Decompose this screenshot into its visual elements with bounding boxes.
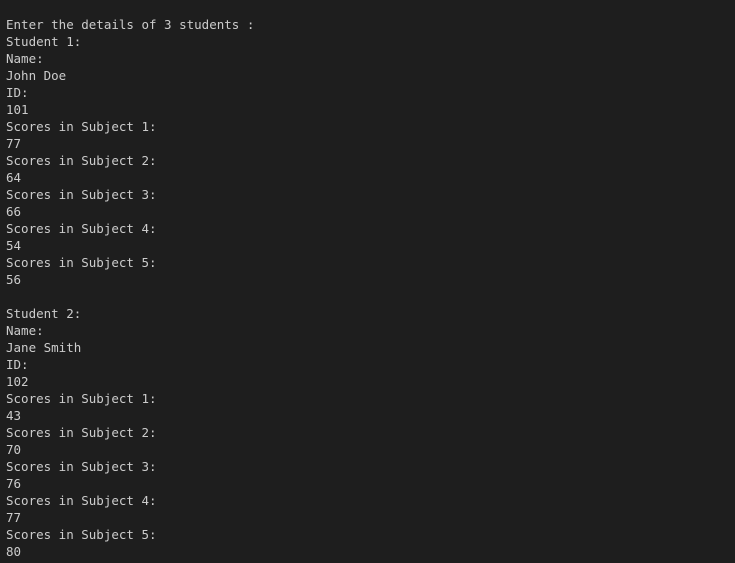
- subject-score: 54: [6, 238, 22, 253]
- name-value: John Doe: [6, 68, 67, 83]
- subject-score: 70: [6, 442, 22, 457]
- name-value: Jane Smith: [6, 340, 82, 355]
- student-heading: Student 1:: [6, 34, 82, 49]
- subject-label: Scores in Subject 4:: [6, 493, 157, 508]
- subject-label: Scores in Subject 5:: [6, 527, 157, 542]
- subject-label: Scores in Subject 3:: [6, 459, 157, 474]
- subject-label: Scores in Subject 1:: [6, 391, 157, 406]
- subject-score: 43: [6, 408, 22, 423]
- subject-label: Scores in Subject 2:: [6, 425, 157, 440]
- subject-label: Scores in Subject 4:: [6, 221, 157, 236]
- subject-label: Scores in Subject 5:: [6, 255, 157, 270]
- subject-score: 77: [6, 510, 22, 525]
- id-label: ID:: [6, 85, 29, 100]
- subject-score: 56: [6, 272, 22, 287]
- name-label: Name:: [6, 51, 44, 66]
- subject-score: 77: [6, 136, 22, 151]
- id-value: 102: [6, 374, 29, 389]
- subject-score: 80: [6, 544, 22, 559]
- subject-score: 76: [6, 476, 22, 491]
- name-label: Name:: [6, 323, 44, 338]
- subject-label: Scores in Subject 1:: [6, 119, 157, 134]
- terminal-output[interactable]: Enter the details of 3 students : Studen…: [0, 0, 735, 563]
- subject-score: 64: [6, 170, 22, 185]
- prompt-line: Enter the details of 3 students :: [6, 17, 255, 32]
- subject-score: 66: [6, 204, 22, 219]
- id-value: 101: [6, 102, 29, 117]
- id-label: ID:: [6, 357, 29, 372]
- subject-label: Scores in Subject 3:: [6, 187, 157, 202]
- student-heading: Student 2:: [6, 306, 82, 321]
- subject-label: Scores in Subject 2:: [6, 153, 157, 168]
